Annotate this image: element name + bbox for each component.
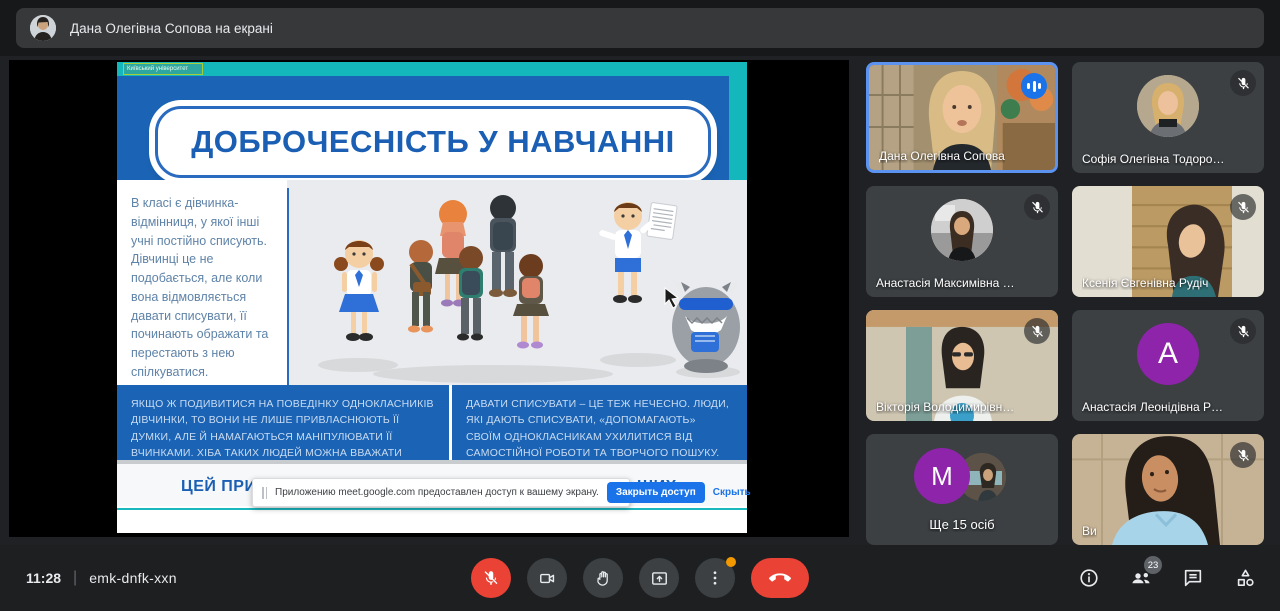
browser-tab: Київський університет: [123, 63, 203, 75]
screen-share-area: Київський університет ДОБРОЧЕСНІСТЬ У НА…: [9, 60, 849, 537]
leave-call-button[interactable]: [751, 558, 809, 598]
participants-button[interactable]: 23: [1128, 565, 1154, 591]
end-call-icon: [769, 567, 791, 589]
wolf-mascot: [672, 280, 740, 373]
call-controls: [471, 558, 809, 598]
overflow-initial-avatar: M: [914, 448, 970, 504]
avatar-photo: [1137, 75, 1199, 137]
chat-button[interactable]: [1180, 565, 1206, 591]
slide-bottom-line: [117, 508, 747, 510]
more-options-button[interactable]: [695, 558, 735, 598]
avatar-photo: [931, 199, 993, 261]
meeting-code: emk-dnfk-xxn: [89, 570, 177, 586]
hand-icon: [594, 569, 613, 588]
overflow-count-label: Ще 15 осіб: [866, 517, 1058, 532]
drag-handle-icon[interactable]: [262, 487, 267, 499]
slide-body: В класі є дівчинка-відмінниця, у якої ін…: [117, 180, 747, 385]
present-icon: [650, 569, 669, 588]
separator: |: [73, 569, 77, 587]
slide-top-bar: [117, 62, 747, 76]
participant-tile-dana[interactable]: Дана Олегівна Сопова: [866, 62, 1058, 173]
mic-off-icon: [1230, 70, 1256, 96]
slide-title: ДОБРОЧЕСНІСТЬ У НАВЧАННІ: [191, 124, 675, 160]
self-view-tile[interactable]: Ви: [1072, 434, 1264, 545]
participant-avatar: [1137, 75, 1199, 137]
activities-icon: [1234, 567, 1257, 590]
participant-name: Анастасія Леонідівна Р…: [1082, 400, 1223, 414]
participant-name: Софія Олегівна Тодоро…: [1082, 152, 1224, 166]
participant-name: Ксенія Євгенівна Рудіч: [1082, 276, 1208, 290]
activities-button[interactable]: [1232, 565, 1258, 591]
presenter-avatar-image: [30, 15, 56, 41]
chat-icon: [1182, 567, 1204, 589]
slide-side-bar: [729, 76, 747, 190]
participant-initial-avatar: А: [1137, 323, 1199, 385]
self-label: Ви: [1082, 524, 1097, 538]
more-options-icon: [706, 569, 724, 587]
slide-divider: [287, 188, 289, 385]
participant-name: Анастасія Максимівна …: [876, 276, 1015, 290]
slide-story-column: В класі є дівчинка-відмінниця, у якої ін…: [117, 180, 287, 385]
stop-sharing-button[interactable]: Закрыть доступ: [607, 482, 705, 503]
avatar-initial: А: [1158, 337, 1178, 371]
meeting-details-button[interactable]: [1076, 565, 1102, 591]
slide-box-right-text: ДАВАТИ СПИСУВАТИ – ЦЕ ТЕЖ НЕЧЕСНО. ЛЮДИ,…: [466, 396, 733, 461]
audio-speaking-icon: [1021, 73, 1047, 99]
participant-tile-viktoriia[interactable]: Вікторія Володимирівн…: [866, 310, 1058, 421]
present-screen-button[interactable]: [639, 558, 679, 598]
bottom-bar: 11:28 | emk-dnfk-xxn 23: [0, 545, 1280, 611]
presenter-avatar: [30, 15, 56, 41]
top-strip: Дана Олегівна Сопова на екрані: [0, 0, 1280, 56]
mouse-cursor: [665, 288, 678, 308]
slide-illustration: [293, 182, 747, 385]
participant-name: Дана Олегівна Сопова: [879, 149, 1005, 163]
mic-toggle-button[interactable]: [471, 558, 511, 598]
meeting-stage: Київський університет ДОБРОЧЕСНІСТЬ У НА…: [0, 56, 1280, 545]
presenting-banner-text: Дана Олегівна Сопова на екрані: [70, 21, 273, 36]
participant-tile-sofiia[interactable]: Софія Олегівна Тодоро…: [1072, 62, 1264, 173]
mic-off-icon: [1230, 194, 1256, 220]
slide-box-right: ДАВАТИ СПИСУВАТИ – ЦЕ ТЕЖ НЕЧЕСНО. ЛЮДИ,…: [452, 385, 747, 460]
girl-figure: [334, 240, 384, 341]
slide-story-text: В класі є дівчинка-відмінниця, у якої ін…: [131, 194, 275, 382]
participants-count-badge: 23: [1144, 556, 1162, 574]
mic-off-icon: [482, 569, 500, 587]
slide-box-left: ЯКЩО Ж ПОДИВИТИСЯ НА ПОВЕДІНКУ ОДНОКЛАСН…: [117, 385, 449, 460]
mic-off-icon: [1230, 442, 1256, 468]
participant-tile-anastasiia-l[interactable]: А Анастасія Леонідівна Р…: [1072, 310, 1264, 421]
overflow-avatars: M: [914, 447, 1010, 505]
info-icon: [1078, 567, 1100, 589]
participant-tile-kseniia[interactable]: Ксенія Євгенівна Рудіч: [1072, 186, 1264, 297]
shared-slide: Київський університет ДОБРОЧЕСНІСТЬ У НА…: [117, 62, 747, 533]
raise-hand-button[interactable]: [583, 558, 623, 598]
meeting-info: 11:28 | emk-dnfk-xxn: [26, 545, 177, 611]
participant-name: Вікторія Володимирівн…: [876, 400, 1014, 414]
participant-avatar: [931, 199, 993, 261]
hide-notification-button[interactable]: Скрыть: [713, 487, 751, 498]
camera-icon: [538, 569, 557, 588]
presenting-banner: Дана Олегівна Сопова на екрані: [16, 8, 1264, 48]
overflow-participants-tile[interactable]: M Ще 15 осіб: [866, 434, 1058, 545]
notification-message: Приложению meet.google.com предоставлен …: [275, 487, 599, 498]
mic-off-icon: [1230, 318, 1256, 344]
camera-toggle-button[interactable]: [527, 558, 567, 598]
clock: 11:28: [26, 570, 61, 586]
right-controls: 23: [1076, 545, 1258, 611]
mic-off-icon: [1024, 194, 1050, 220]
notification-dot: [726, 557, 736, 567]
slide-title-bubble: ДОБРОЧЕСНІСТЬ У НАВЧАННІ: [155, 106, 711, 178]
walking-group: [408, 195, 549, 349]
screen-share-notification: Приложению meet.google.com предоставлен …: [252, 478, 630, 507]
mic-off-icon: [1024, 318, 1050, 344]
participant-tile-anastasiia-m[interactable]: Анастасія Максимівна …: [866, 186, 1058, 297]
